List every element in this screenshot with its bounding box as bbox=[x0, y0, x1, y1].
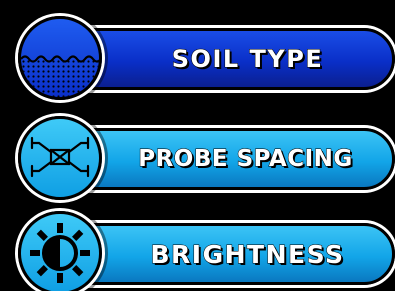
settings-menu: SOIL TYPE PROBE SPACING BRIGHTNESS bbox=[0, 0, 395, 291]
brightness-icon-graphic bbox=[30, 223, 90, 283]
probe-spacing-icon-graphic bbox=[30, 136, 90, 178]
soil-type-label: SOIL TYPE bbox=[171, 45, 324, 74]
soil-icon-graphic bbox=[21, 55, 99, 97]
brightness-icon bbox=[18, 211, 102, 291]
probe-spacing-icon bbox=[18, 116, 102, 200]
probe-spacing-button[interactable]: PROBE SPACING bbox=[0, 113, 395, 203]
brightness-label: BRIGHTNESS bbox=[150, 239, 345, 269]
soil-type-button[interactable]: SOIL TYPE bbox=[0, 10, 395, 100]
probe-spacing-label: PROBE SPACING bbox=[138, 146, 353, 173]
soil-icon bbox=[18, 16, 102, 100]
brightness-button[interactable]: BRIGHTNESS bbox=[0, 208, 395, 291]
